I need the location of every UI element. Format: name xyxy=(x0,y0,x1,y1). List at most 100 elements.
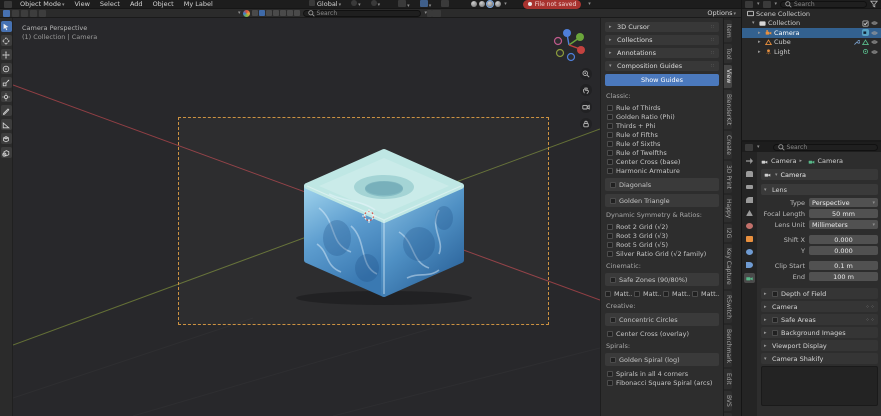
tab-render-properties[interactable] xyxy=(744,169,755,179)
eye-icon[interactable] xyxy=(871,29,878,36)
panel-viewport-display[interactable]: ▸Viewport Display xyxy=(761,340,878,351)
outliner-row-light[interactable]: ▸ Light xyxy=(742,47,881,57)
asset-material-icon[interactable] xyxy=(259,10,265,16)
editor-type-icon[interactable] xyxy=(4,1,12,8)
asset-brush-icon[interactable] xyxy=(280,10,286,16)
checkbox-diagonals[interactable]: Diagonals xyxy=(608,180,716,189)
proportional-edit-dropdown[interactable]: ▾ xyxy=(369,0,383,8)
checkbox-matt-3[interactable]: Matt... xyxy=(663,289,690,298)
select-box-tool[interactable] xyxy=(1,21,12,32)
outliner-row-camera[interactable]: ▸ Camera xyxy=(742,28,881,38)
mesh-data-icon[interactable] xyxy=(862,39,869,46)
checkbox-golden-ratio[interactable]: Golden Ratio (Phi) xyxy=(605,112,719,121)
checkbox-matt-4[interactable]: Matt... xyxy=(692,289,719,298)
checkbox-safe-zones[interactable]: Safe Zones (90/80%) xyxy=(608,275,716,284)
tab-object-data-properties[interactable] xyxy=(744,273,755,283)
gizmo-toggle[interactable]: ▾ xyxy=(396,0,412,9)
menu-view[interactable]: View xyxy=(72,0,91,8)
shading-rendered-icon[interactable] xyxy=(495,1,501,7)
tab-edit[interactable]: Edit xyxy=(724,369,732,389)
tab-happy[interactable]: Happy xyxy=(724,195,732,222)
asset-hdr-icon[interactable] xyxy=(273,10,279,16)
tab-object-properties[interactable] xyxy=(744,234,755,244)
asset-nodegroup-icon[interactable] xyxy=(287,10,293,16)
filter-icon[interactable] xyxy=(870,0,878,8)
asset-extra-icon[interactable] xyxy=(294,10,300,16)
camera-view-button[interactable] xyxy=(580,101,592,113)
checkbox-rule-of-fifths[interactable]: Rule of Fifths xyxy=(605,130,719,139)
cursor-tool[interactable] xyxy=(1,35,12,46)
checkbox-fibonacci-spiral[interactable]: Fibonacci Square Spiral (arcs) xyxy=(605,378,719,387)
shading-material-icon[interactable] xyxy=(487,1,493,7)
addon-cube-tool[interactable] xyxy=(1,147,12,158)
add-cube-tool[interactable] xyxy=(1,133,12,144)
lock-view-button[interactable] xyxy=(580,118,592,130)
checkbox-matt-2[interactable]: Matt... xyxy=(634,289,661,298)
chevron-right-icon[interactable]: ▸ xyxy=(758,39,763,45)
options-dropdown[interactable]: Options▾ xyxy=(705,9,738,17)
clip-start-field[interactable]: 0.1 m xyxy=(809,261,878,270)
camera-frame[interactable] xyxy=(178,117,549,325)
tab-output-properties[interactable] xyxy=(744,182,755,192)
blenderkit-search-input[interactable]: Search xyxy=(303,10,421,17)
select-mode-new-icon[interactable] xyxy=(3,10,10,17)
panel-collections[interactable]: ▸Collections∷ xyxy=(605,35,719,45)
tab-benchmark[interactable]: Benchmark xyxy=(724,325,732,367)
tab-key-capture[interactable]: Key Capture xyxy=(724,244,732,289)
show-guides-button[interactable]: Show Guides xyxy=(605,74,719,86)
checkbox-thirds-phi[interactable]: Thirds + Phi xyxy=(605,121,719,130)
mode-dropdown[interactable]: Object Mode▾ xyxy=(18,0,66,8)
checkbox-rule-of-twelfths[interactable]: Rule of Twelfths xyxy=(605,148,719,157)
checkbox-matt-1[interactable]: Matt... xyxy=(605,289,632,298)
breadcrumb-data[interactable]: Camera xyxy=(818,157,844,165)
shift-x-field[interactable]: 0.000 xyxy=(809,235,878,244)
panel-3d-cursor[interactable]: ▸3D Cursor∷ xyxy=(605,22,719,32)
tab-bvs[interactable]: BVS xyxy=(724,391,732,411)
modifier-wrench-icon[interactable] xyxy=(853,39,860,46)
exclude-checkbox-icon[interactable] xyxy=(862,20,869,27)
panel-composition-guides[interactable]: ▾Composition Guides∷ xyxy=(605,61,719,71)
xray-toggle[interactable] xyxy=(439,0,451,9)
checkbox-spirals-4-corners[interactable]: Spirals in all 4 corners xyxy=(605,369,719,378)
light-data-icon[interactable] xyxy=(862,48,869,55)
select-mode-invert-icon[interactable] xyxy=(30,10,37,17)
outliner-row-cube[interactable]: ▸ Cube xyxy=(742,38,881,48)
checkbox-root3-grid[interactable]: Root 3 Grid (√3) xyxy=(605,231,719,240)
shading-solid-icon[interactable] xyxy=(479,1,485,7)
editor-type-icon[interactable] xyxy=(745,144,753,151)
panel-lens[interactable]: ▾Lens xyxy=(761,184,878,195)
zoom-view-button[interactable] xyxy=(580,68,592,80)
checkbox-rule-of-thirds[interactable]: Rule of Thirds xyxy=(605,103,719,112)
checkbox-golden-triangle[interactable]: Golden Triangle xyxy=(608,196,716,205)
panel-annotations[interactable]: ▸Annotations∷ xyxy=(605,48,719,58)
bk-settings-icon[interactable] xyxy=(432,10,441,17)
tab-item[interactable]: Item xyxy=(724,20,732,42)
tab-blenderkit[interactable]: BlenderKit xyxy=(724,90,732,129)
editor-type-icon[interactable] xyxy=(745,1,753,8)
overlays-toggle[interactable]: ▾ xyxy=(418,0,434,9)
select-mode-subtract-icon[interactable] xyxy=(21,10,28,17)
outliner-row-collection[interactable]: ▾ Collection xyxy=(742,19,881,29)
measure-tool[interactable] xyxy=(1,119,12,130)
asset-scene-icon[interactable] xyxy=(266,10,272,16)
pan-view-button[interactable] xyxy=(580,84,592,96)
panel-background-images[interactable]: ▸Background Images xyxy=(761,327,878,338)
tab-world-properties[interactable] xyxy=(744,221,755,231)
chevron-right-icon[interactable]: ▸ xyxy=(758,30,763,36)
tab-i2g[interactable]: I2G xyxy=(724,224,732,242)
breadcrumb-object[interactable]: Camera xyxy=(771,157,797,165)
outliner-row-scene-collection[interactable]: Scene Collection xyxy=(742,9,881,19)
chevron-right-icon[interactable]: ▸ xyxy=(758,49,763,55)
navigation-gizmo[interactable] xyxy=(551,27,587,63)
blenderkit-logo[interactable] xyxy=(243,10,250,17)
checkbox-center-cross-overlay[interactable]: Center Cross (overlay) xyxy=(605,329,719,338)
chevron-down-icon[interactable]: ▾ xyxy=(238,10,241,16)
panel-camera-shakify[interactable]: ▾Camera Shakify xyxy=(761,353,878,364)
checkbox-center-cross-base[interactable]: Center Cross (base) xyxy=(605,157,719,166)
datablock-name-field[interactable]: ▾ Camera xyxy=(761,169,878,180)
snap-dropdown[interactable]: ▾ xyxy=(349,0,363,8)
display-mode-icon[interactable] xyxy=(763,1,771,8)
eye-icon[interactable] xyxy=(871,39,878,46)
chevron-down-icon[interactable]: ▾ xyxy=(588,1,591,7)
tab-physics-properties[interactable] xyxy=(744,247,755,257)
